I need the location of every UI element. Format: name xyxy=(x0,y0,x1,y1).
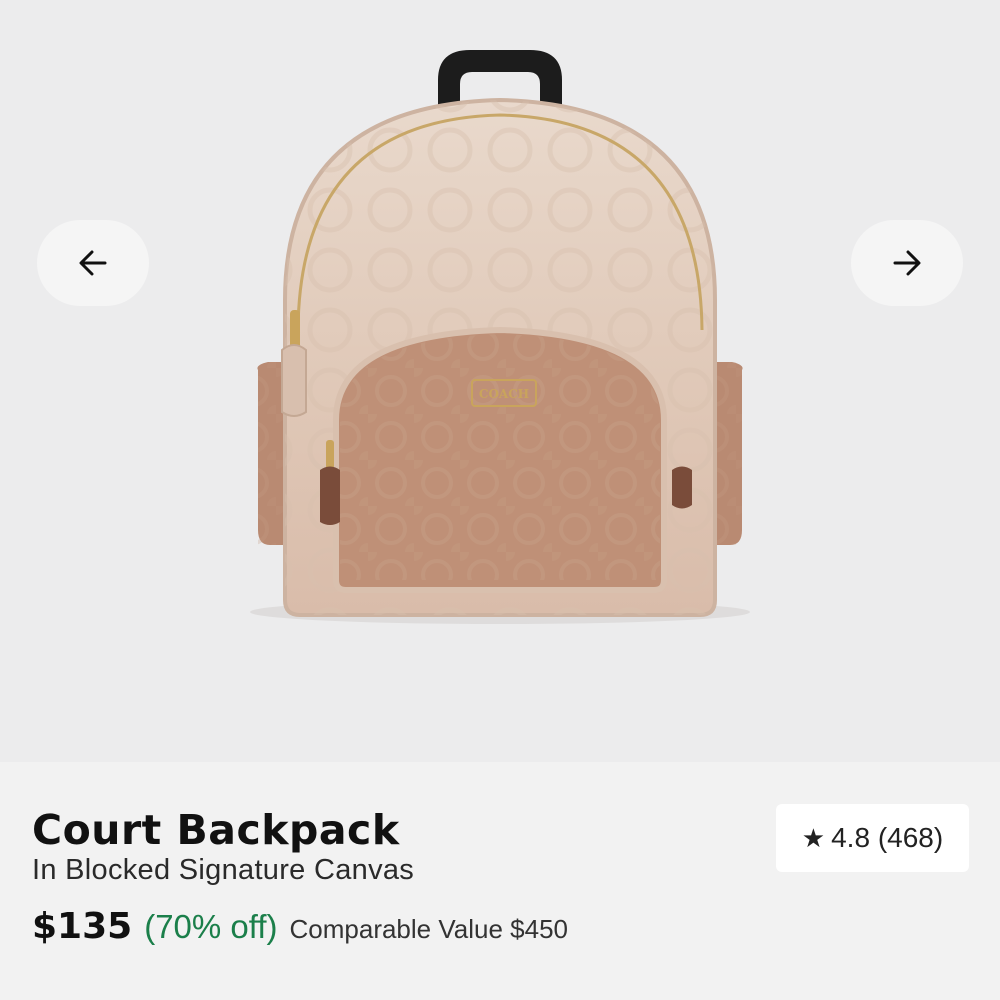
product-variant: In Blocked Signature Canvas xyxy=(32,854,415,886)
price-row: $135 (70% off) Comparable Value $450 xyxy=(32,906,568,947)
product-gallery: COACH xyxy=(0,0,1000,762)
rating-value: 4.8 (468) xyxy=(831,822,944,853)
arrow-right-icon xyxy=(893,250,921,276)
sale-price: $135 xyxy=(32,906,133,947)
product-info: Court Backpack In Blocked Signature Canv… xyxy=(0,762,1000,1000)
next-image-button[interactable] xyxy=(851,220,963,306)
rating-badge[interactable]: ★ 4.8 (468) xyxy=(776,804,969,872)
product-title[interactable]: Court Backpack xyxy=(32,806,400,854)
product-image: COACH xyxy=(250,50,750,624)
previous-image-button[interactable] xyxy=(37,220,149,306)
discount-label: (70% off) xyxy=(144,908,278,945)
arrow-left-icon xyxy=(79,250,107,276)
star-icon: ★ xyxy=(801,822,826,853)
comparable-value: Comparable Value $450 xyxy=(289,914,568,944)
brand-plate-text: COACH xyxy=(479,387,529,401)
